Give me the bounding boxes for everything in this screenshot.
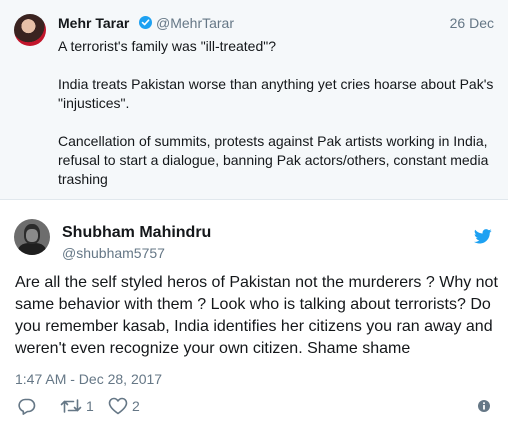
parent-tweet-paragraph: India treats Pakistan worse than anythin… bbox=[58, 76, 494, 111]
reply-button[interactable] bbox=[18, 397, 40, 415]
parent-tweet-paragraph: A terrorist's family was "ill-treated"? bbox=[58, 38, 277, 54]
heart-icon bbox=[108, 397, 128, 415]
tweet-text: Are all the self styled heros of Pakista… bbox=[15, 274, 498, 357]
retweet-icon bbox=[60, 399, 82, 413]
parent-tweet-date[interactable]: 26 Dec bbox=[450, 15, 494, 31]
author-avatar[interactable] bbox=[14, 219, 50, 255]
verified-badge-icon bbox=[139, 16, 152, 29]
author-name[interactable]: Shubham Mahindru bbox=[62, 224, 211, 242]
parent-author-avatar[interactable] bbox=[14, 14, 46, 46]
reply-icon bbox=[18, 398, 36, 415]
like-button[interactable]: 2 bbox=[108, 397, 140, 415]
tweet-timestamp[interactable]: 1:47 AM - Dec 28, 2017 bbox=[15, 371, 162, 387]
retweet-count: 1 bbox=[86, 398, 94, 414]
author-handle[interactable]: @shubham5757 bbox=[62, 245, 165, 261]
twitter-bird-icon[interactable] bbox=[474, 229, 492, 244]
parent-author-name[interactable]: Mehr Tarar bbox=[58, 15, 129, 31]
like-count: 2 bbox=[132, 398, 140, 414]
parent-author-handle[interactable]: @MehrTarar bbox=[156, 15, 234, 31]
parent-tweet-paragraph: Cancellation of summits, protests agains… bbox=[58, 133, 489, 187]
parent-tweet[interactable]: Mehr Tarar @MehrTarar 26 Dec A terrorist… bbox=[0, 0, 508, 200]
retweet-button[interactable]: 1 bbox=[60, 397, 94, 415]
info-icon[interactable] bbox=[478, 400, 490, 412]
